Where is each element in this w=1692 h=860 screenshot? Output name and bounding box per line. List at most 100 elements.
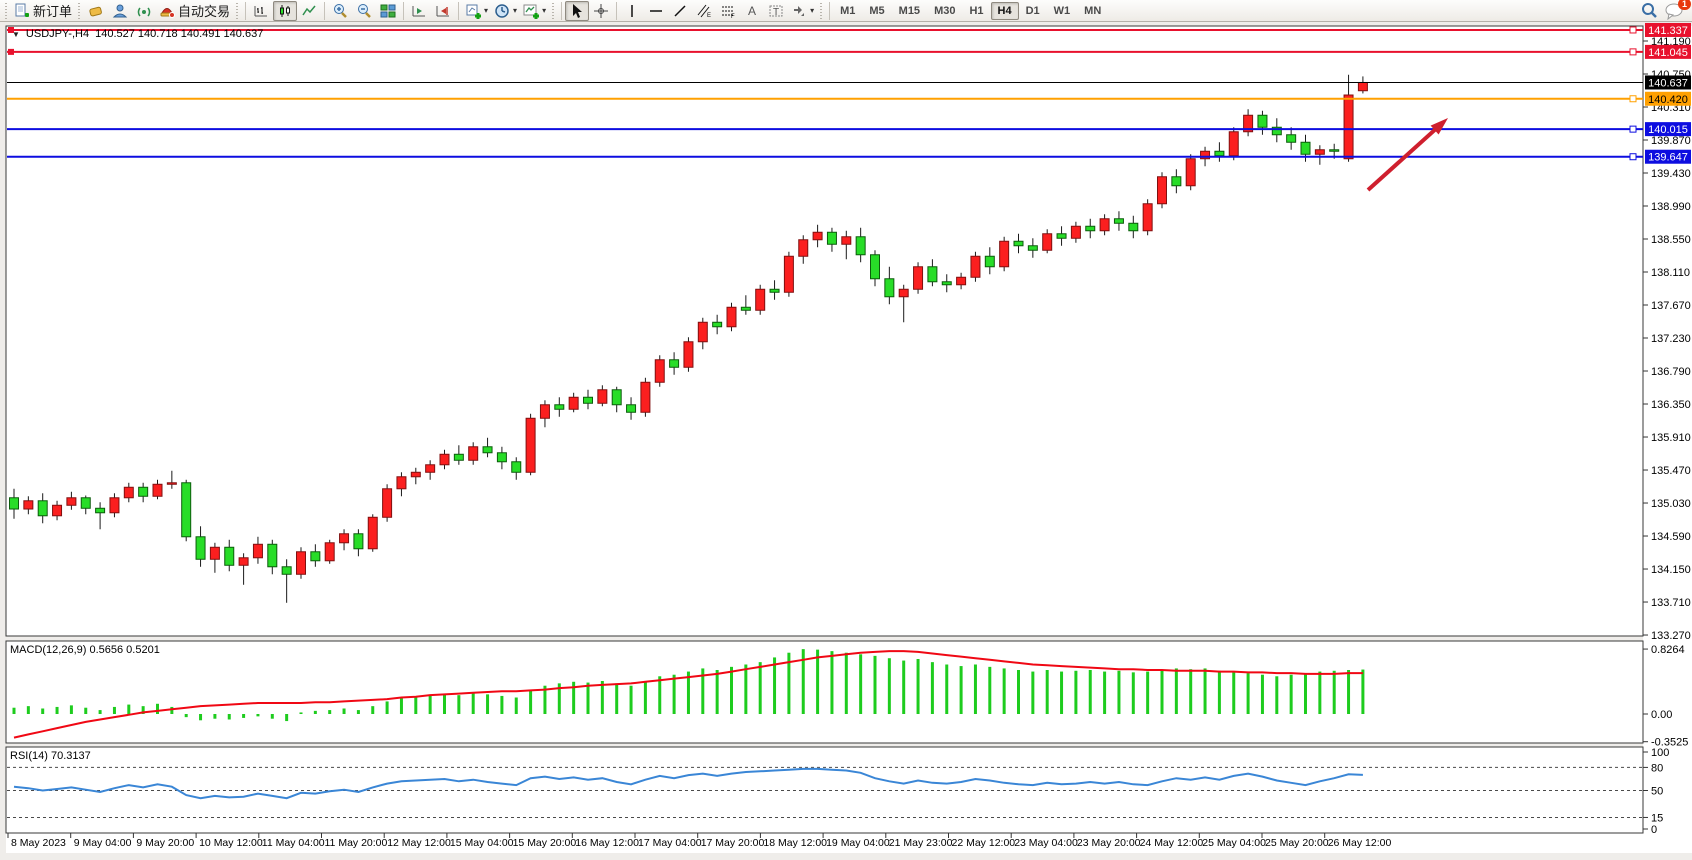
notification-badge: 1 — [1678, 0, 1691, 10]
line-handle[interactable] — [1630, 154, 1636, 160]
svg-text:50: 50 — [1651, 786, 1663, 798]
fibonacci-button[interactable]: F — [716, 1, 740, 21]
symbol-dropdown-caret[interactable]: ▼ — [12, 30, 20, 39]
timeframe-m1[interactable]: M1 — [833, 2, 862, 20]
svg-text:18 May 12:00: 18 May 12:00 — [763, 837, 827, 849]
horizontal-line-button[interactable] — [644, 1, 668, 21]
svg-text:135.910: 135.910 — [1651, 432, 1691, 444]
notifications-button[interactable]: 1 — [1664, 2, 1684, 20]
profile-button[interactable] — [108, 1, 132, 21]
user-icon — [112, 3, 128, 19]
svg-text:138.110: 138.110 — [1651, 267, 1690, 279]
line-handle[interactable] — [1630, 27, 1636, 33]
label-icon: T — [768, 3, 784, 19]
zoom-out-button[interactable] — [352, 1, 376, 21]
svg-text:F: F — [731, 14, 735, 19]
svg-text:138.990: 138.990 — [1651, 201, 1691, 213]
line-handle[interactable] — [1630, 96, 1636, 102]
rsi-indicator-label: RSI(14) 70.3137 — [10, 750, 91, 762]
crosshair-button[interactable] — [589, 1, 613, 21]
zoom-in-icon — [332, 3, 348, 19]
svg-text:17 May 04:00: 17 May 04:00 — [638, 837, 702, 849]
line-handle[interactable] — [8, 49, 14, 55]
text-button[interactable]: A — [740, 1, 764, 21]
new-order-button[interactable]: 新订单 — [11, 1, 75, 21]
line-chart-button[interactable] — [297, 1, 321, 21]
bar-chart-button[interactable] — [249, 1, 273, 21]
svg-text:19 May 04:00: 19 May 04:00 — [826, 837, 890, 849]
vertical-line-icon — [624, 3, 640, 19]
svg-text:9 May 20:00: 9 May 20:00 — [136, 837, 194, 849]
svg-text:15: 15 — [1651, 812, 1663, 824]
vertical-line-button[interactable] — [620, 1, 644, 21]
svg-text:137.230: 137.230 — [1651, 333, 1691, 345]
timeframe-h4[interactable]: H4 — [991, 2, 1019, 20]
svg-text:E: E — [707, 13, 711, 19]
svg-text:133.270: 133.270 — [1651, 630, 1691, 642]
svg-text:15 May 04:00: 15 May 04:00 — [450, 837, 514, 849]
timeframe-w1[interactable]: W1 — [1047, 2, 1078, 20]
shapes-button[interactable]: ▾ — [788, 1, 817, 21]
svg-text:136.790: 136.790 — [1651, 366, 1691, 378]
algo-trading-button[interactable]: 自动交易 — [156, 1, 233, 21]
svg-text:26 May 12:00: 26 May 12:00 — [1328, 837, 1392, 849]
signals-button[interactable] — [132, 1, 156, 21]
svg-text:139.430: 139.430 — [1651, 168, 1691, 180]
line-handle[interactable] — [1630, 49, 1636, 55]
timeframe-clock-button[interactable]: ▾ — [491, 1, 520, 21]
trading-terminal-window: 新订单 自动交易 — [0, 0, 1692, 860]
timeframe-d1[interactable]: D1 — [1019, 2, 1047, 20]
equidistant-channel-button[interactable]: E — [692, 1, 716, 21]
tile-windows-icon — [380, 3, 396, 19]
zoom-in-button[interactable] — [328, 1, 352, 21]
auto-scroll-button[interactable] — [407, 1, 431, 21]
bar-chart-icon — [253, 3, 269, 19]
toolbar-drag-handle[interactable] — [819, 3, 824, 19]
svg-text:140.420: 140.420 — [1648, 94, 1688, 106]
tile-windows-button[interactable] — [376, 1, 400, 21]
svg-text:22 May 12:00: 22 May 12:00 — [952, 837, 1016, 849]
dropdown-caret: ▾ — [513, 6, 517, 15]
shapes-icon — [791, 3, 807, 19]
timeframe-m15[interactable]: M15 — [892, 2, 927, 20]
text-label-button[interactable]: T — [764, 1, 788, 21]
toolbar-separator — [458, 2, 459, 20]
algo-trading-icon — [159, 3, 175, 19]
cursor-button[interactable] — [565, 1, 589, 21]
search-icon[interactable] — [1640, 2, 1658, 20]
toolbar-drag-handle[interactable] — [551, 3, 556, 19]
candlestick-chart-button[interactable] — [273, 1, 297, 21]
svg-text:134.150: 134.150 — [1651, 564, 1691, 576]
dropdown-caret: ▾ — [484, 6, 488, 15]
trendline-button[interactable] — [668, 1, 692, 21]
svg-text:141.045: 141.045 — [1648, 47, 1688, 59]
gold-tool-button[interactable] — [84, 1, 108, 21]
trendline-icon — [672, 3, 688, 19]
chart-canvas[interactable]: 141.190140.750140.310139.870139.430138.9… — [0, 22, 1692, 860]
horizontal-line-icon — [648, 3, 664, 19]
toolbar-drag-handle[interactable] — [235, 3, 240, 19]
main-panel[interactable] — [6, 26, 1643, 636]
chart-shift-button[interactable] — [431, 1, 455, 21]
toolbar-drag-handle[interactable] — [4, 3, 9, 19]
svg-text:11 May 20:00: 11 May 20:00 — [325, 837, 388, 849]
indicators-button[interactable]: ▾ — [520, 1, 549, 21]
timeframe-h1[interactable]: H1 — [962, 2, 990, 20]
rsi-panel[interactable] — [6, 747, 1643, 833]
gold-icon — [88, 3, 104, 19]
svg-text:16 May 12:00: 16 May 12:00 — [575, 837, 639, 849]
toolbar-separator — [403, 2, 404, 20]
timeframe-m30[interactable]: M30 — [927, 2, 962, 20]
svg-text:17 May 20:00: 17 May 20:00 — [701, 837, 765, 849]
line-handle[interactable] — [1630, 126, 1636, 132]
svg-text:8 May 2023: 8 May 2023 — [11, 837, 66, 849]
new-chart-icon — [465, 3, 481, 19]
chart-ohlc-values: 140.527 140.718 140.491 140.637 — [95, 28, 263, 40]
svg-text:21 May 23:00: 21 May 23:00 — [889, 837, 953, 849]
timeframe-m5[interactable]: M5 — [862, 2, 891, 20]
new-chart-button[interactable]: ▾ — [462, 1, 491, 21]
timeframe-clock-icon — [494, 3, 510, 19]
timeframe-mn[interactable]: MN — [1077, 2, 1108, 20]
toolbar-drag-handle[interactable] — [77, 3, 82, 19]
svg-text:140.015: 140.015 — [1648, 124, 1688, 136]
